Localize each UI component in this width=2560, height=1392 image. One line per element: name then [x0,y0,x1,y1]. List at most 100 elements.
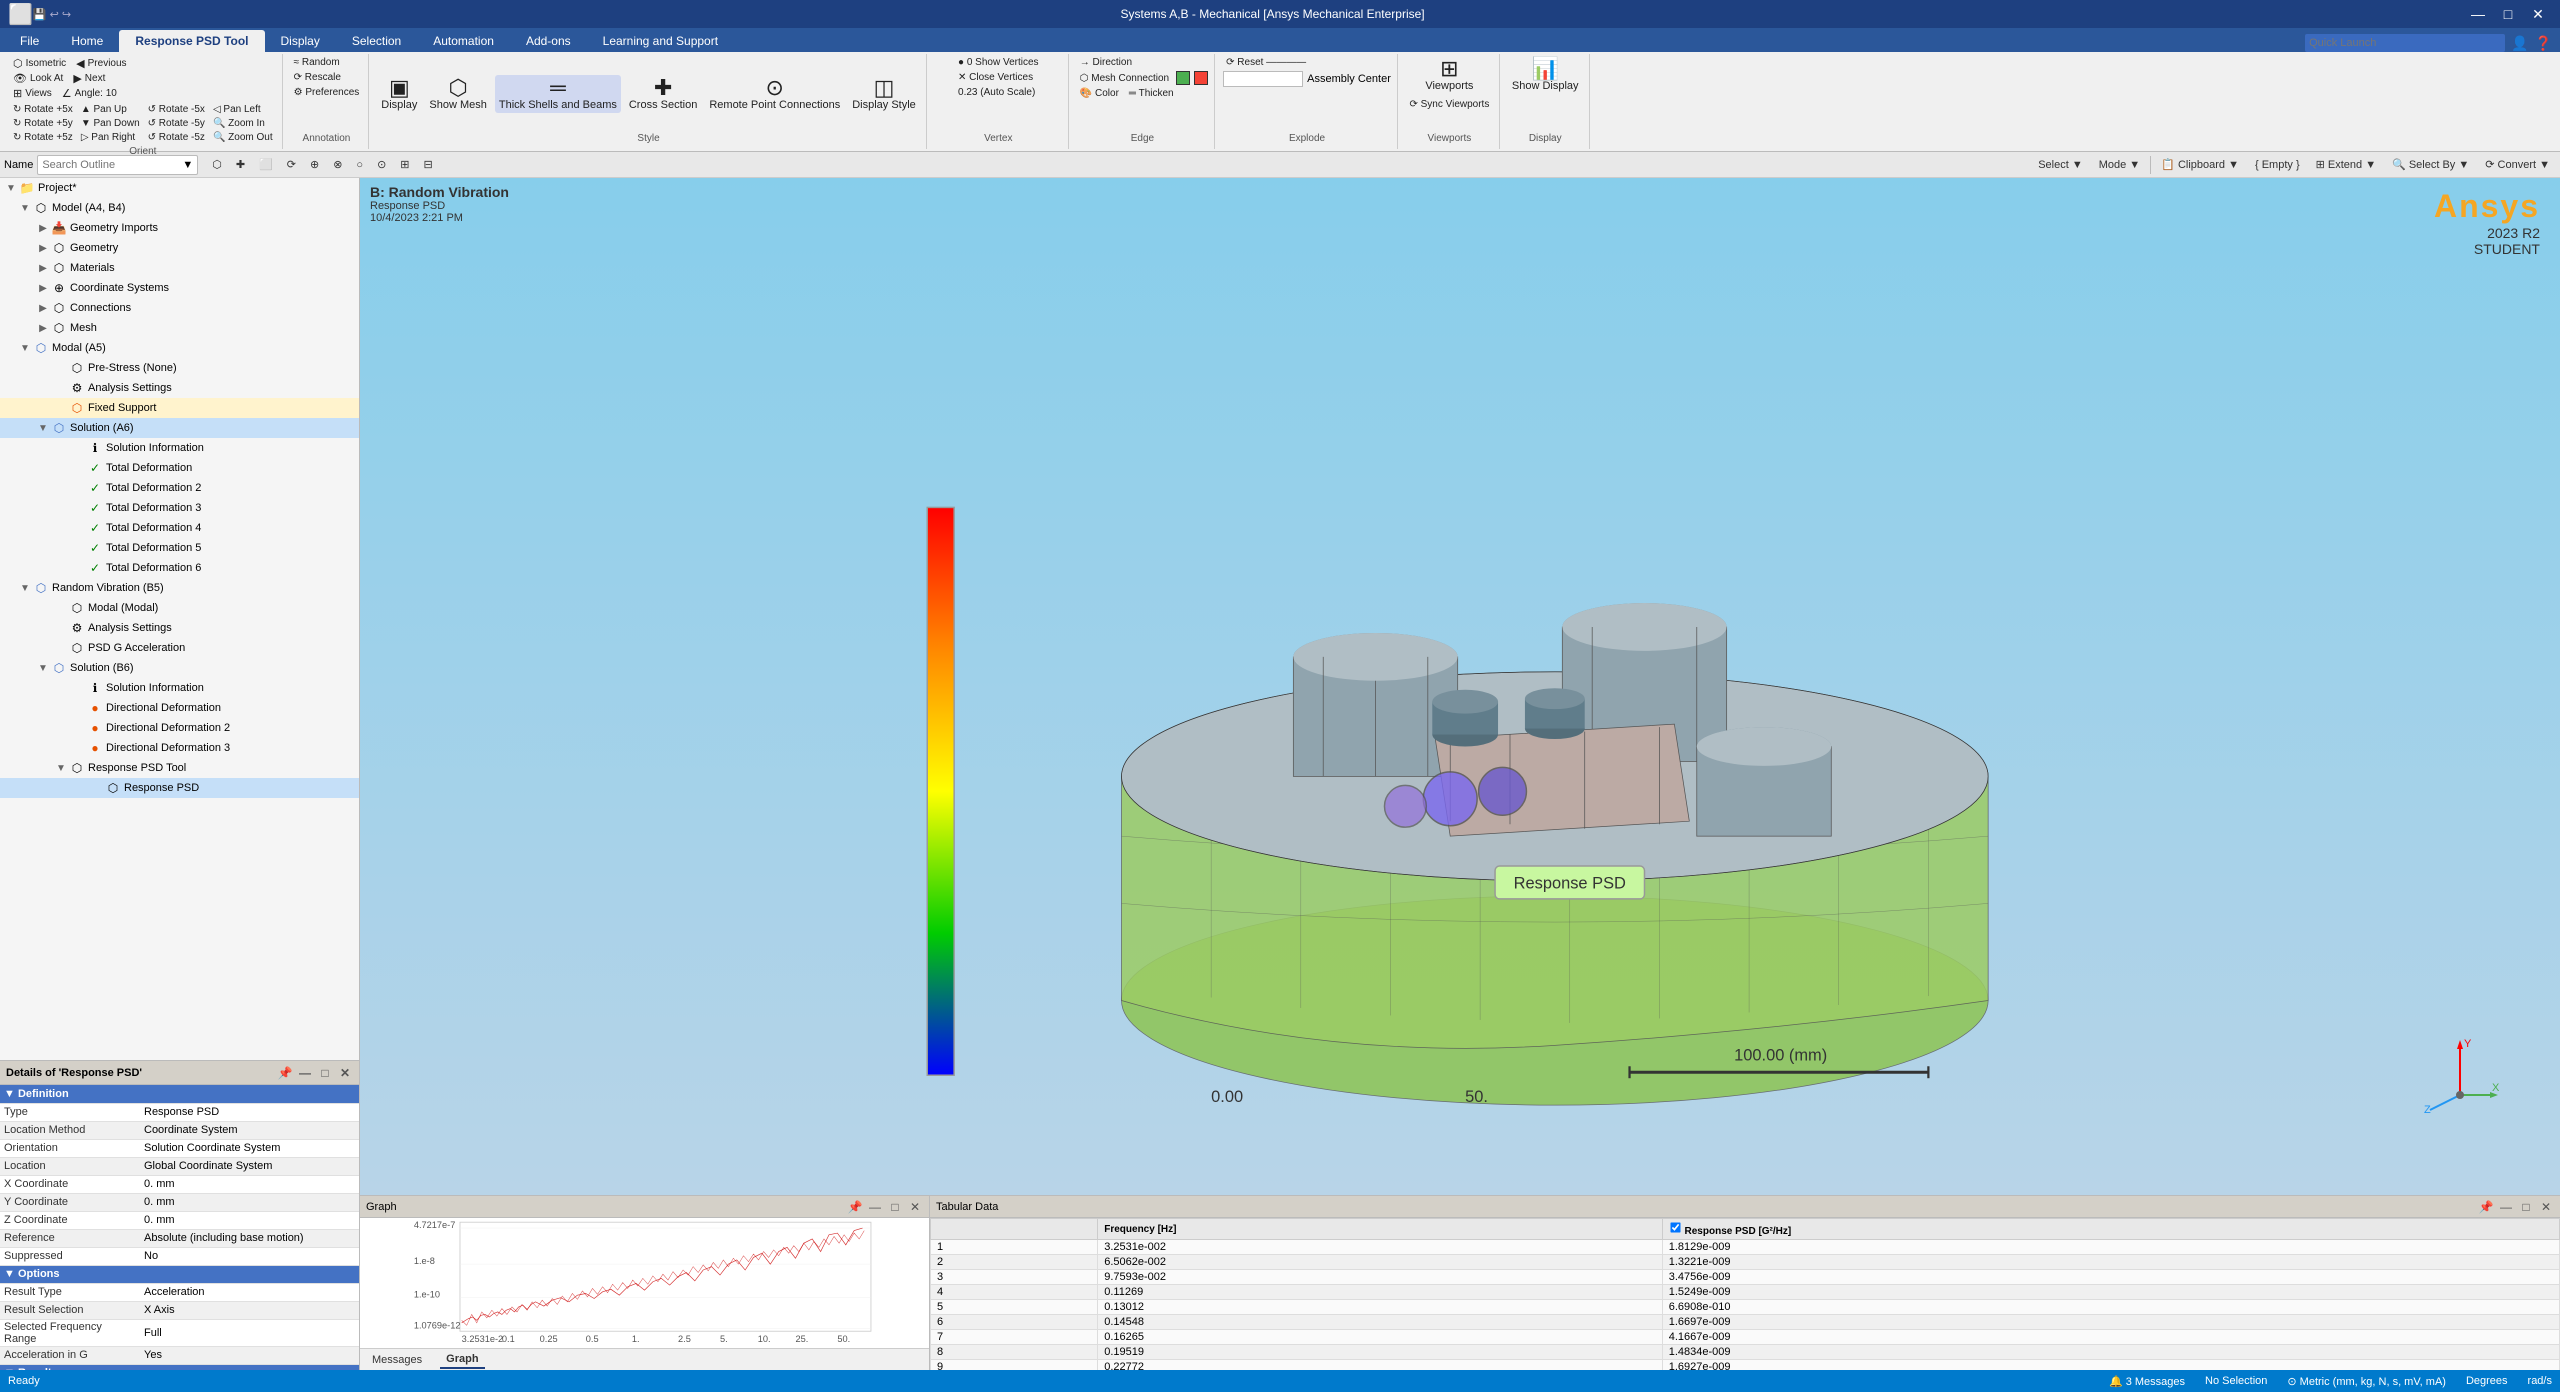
tree-item-total-def5[interactable]: ✓ Total Deformation 5 [0,538,359,558]
expand-arrow-conn[interactable]: ▶ [36,303,50,314]
tree-item-project[interactable]: ▼ 📁 Project* [0,178,359,198]
mode-btn[interactable]: Mode ▼ [2093,157,2146,173]
details-minimize-icon[interactable]: — [297,1065,313,1081]
expand-arrow-geometry[interactable]: ▶ [36,243,50,254]
tab-display[interactable]: Display [265,30,336,52]
isometric-button[interactable]: ⬡ Isometric [10,56,69,71]
outline-search-box[interactable]: ▼ [37,155,198,175]
remote-point-button[interactable]: ⊙ Remote Point Connections [705,75,844,113]
add-btn[interactable]: ✚ [230,156,251,173]
expand-arrow-sol-b6[interactable]: ▼ [36,663,50,674]
assembly-center-input[interactable] [1223,71,1303,87]
collapse-btn[interactable]: ⊗ [327,156,348,173]
zoom-out-button[interactable]: 🔍 Zoom Out [210,131,276,144]
tree-item-psd-g-accel[interactable]: ⬡ PSD G Acceleration [0,638,359,658]
tree-item-modal-a5[interactable]: ▼ ⬡ Modal (A5) [0,338,359,358]
tabular-pin-icon[interactable]: 📌 [2478,1199,2494,1215]
cross-section-button[interactable]: ✚ Cross Section [625,75,701,113]
graph-close-icon[interactable]: ✕ [907,1199,923,1215]
expand-arrow-sol-a6[interactable]: ▼ [36,423,50,434]
show-vertices-button[interactable]: ● 0 Show Vertices [955,56,1042,69]
rescale-button[interactable]: ⟳ Rescale [291,71,344,84]
tree-item-geometry[interactable]: ▶ ⬡ Geometry [0,238,359,258]
previous-button[interactable]: ◀ Previous [73,56,129,71]
quick-launch-input[interactable] [2305,34,2505,52]
tree-item-mesh[interactable]: ▶ ⬡ Mesh [0,318,359,338]
messages-tab[interactable]: Messages [366,1352,428,1368]
tree-item-total-def4[interactable]: ✓ Total Deformation 4 [0,518,359,538]
show-display-button[interactable]: 📊 Show Display [1508,56,1583,94]
tab-automation[interactable]: Automation [417,30,510,52]
viewport[interactable]: B: Random Vibration Response PSD 10/4/20… [360,178,2560,1195]
expand-arrow-model[interactable]: ▼ [18,203,32,214]
sync-viewports-button[interactable]: ⟳ Sync Viewports [1406,98,1492,111]
target-btn[interactable]: ⊙ [371,156,392,173]
tab-addons[interactable]: Add-ons [510,30,587,52]
clipboard-btn[interactable]: 📋 Clipboard ▼ [2155,156,2245,173]
expand-arrow-coord[interactable]: ▶ [36,283,50,294]
extend-btn[interactable]: ⊞ Extend ▼ [2310,156,2382,173]
close-vertices-button[interactable]: ✕ Close Vertices [955,71,1036,84]
minimize-button[interactable]: — [2464,3,2492,25]
tree-item-fixed-support[interactable]: ⬡ Fixed Support [0,398,359,418]
tabular-minimize-icon[interactable]: — [2498,1199,2514,1215]
expand-arrow-mesh[interactable]: ▶ [36,323,50,334]
graph-maximize-icon[interactable]: □ [887,1199,903,1215]
tree-item-sol-info[interactable]: ℹ Solution Information [0,438,359,458]
tab-learning[interactable]: Learning and Support [587,30,734,52]
pan-down-button[interactable]: ▼ Pan Down [78,117,143,130]
layout-btn[interactable]: ⬜ [253,156,279,173]
display-style-button[interactable]: ◫ Display Style [848,75,920,113]
tree-item-total-def2[interactable]: ✓ Total Deformation 2 [0,478,359,498]
tree-item-solution-a6[interactable]: ▼ ⬡ Solution (A6) [0,418,359,438]
views-button[interactable]: ⊞ Views [10,86,55,101]
search-outline-input[interactable] [42,159,182,171]
circle-btn[interactable]: ○ [350,156,369,173]
reset-button[interactable]: ⟳ Reset ———— [1223,56,1309,69]
tree-item-dir-def2[interactable]: ● Directional Deformation 2 [0,718,359,738]
rotate-minus-y-button[interactable]: ↺ Rotate -5y [145,117,208,130]
details-pin-icon[interactable]: 📌 [277,1065,293,1081]
rotate-minus-x-button[interactable]: ↺ Rotate -5x [145,103,208,116]
pan-right-button[interactable]: ▷ Pan Right [78,131,143,144]
convert-btn[interactable]: ⟳ Convert ▼ [2479,156,2556,173]
tab-file[interactable]: File [4,30,55,52]
tabular-maximize-icon[interactable]: □ [2518,1199,2534,1215]
outline-tree[interactable]: ▼ 📁 Project* ▼ ⬡ Model (A4, B4) ▶ 📥 Geom… [0,178,359,1060]
tab-selection[interactable]: Selection [336,30,417,52]
psd-col-checkbox[interactable] [1670,1222,1680,1232]
tree-item-solution-b6[interactable]: ▼ ⬡ Solution (B6) [0,658,359,678]
preferences-button[interactable]: ⚙ Preferences [291,86,363,99]
tree-item-modal-modal[interactable]: ⬡ Modal (Modal) [0,598,359,618]
minus-btn[interactable]: ⊟ [418,156,439,173]
tree-item-as-rv[interactable]: ⚙ Analysis Settings [0,618,359,638]
search-dropdown-icon[interactable]: ▼ [182,159,193,171]
expand-btn[interactable]: ⊕ [304,156,325,173]
rotate-plus-z-button[interactable]: ↻ Rotate +5z [10,131,76,144]
angle-button[interactable]: ∠ Angle: 10 [59,86,120,101]
new-section-btn[interactable]: ⬡ [206,156,228,173]
random-button[interactable]: ≈ Random [291,56,343,69]
expand-arrow-rv[interactable]: ▼ [18,583,32,594]
expand-arrow-geom[interactable]: ▶ [36,223,50,234]
graph-tab[interactable]: Graph [440,1351,484,1369]
expand-arrow-materials[interactable]: ▶ [36,263,50,274]
tabular-close-icon[interactable]: ✕ [2538,1199,2554,1215]
tab-home[interactable]: Home [55,30,119,52]
tree-item-total-def1[interactable]: ✓ Total Deformation [0,458,359,478]
thick-shells-button[interactable]: ═ Thick Shells and Beams [495,75,621,113]
show-mesh-button[interactable]: ⬡ Show Mesh [425,75,490,113]
graph-minimize-icon[interactable]: — [867,1199,883,1215]
look-at-button[interactable]: 👁 Look At [10,71,66,86]
tree-item-response-psd-tool[interactable]: ▼ ⬡ Response PSD Tool [0,758,359,778]
viewports-button[interactable]: ⊞ Viewports [1421,56,1477,94]
graph-pin-icon[interactable]: 📌 [847,1199,863,1215]
tabular-content[interactable]: Frequency [Hz] Response PSD [G²/Hz] 1 3.… [930,1218,2560,1370]
details-maximize-icon[interactable]: □ [317,1065,333,1081]
tree-item-materials[interactable]: ▶ ⬡ Materials [0,258,359,278]
tree-item-dir-def3[interactable]: ● Directional Deformation 3 [0,738,359,758]
tree-item-prestress[interactable]: ⬡ Pre-Stress (None) [0,358,359,378]
rotate-minus-z-button[interactable]: ↺ Rotate -5z [145,131,208,144]
grid-btn[interactable]: ⊞ [394,156,415,173]
tree-item-total-def3[interactable]: ✓ Total Deformation 3 [0,498,359,518]
